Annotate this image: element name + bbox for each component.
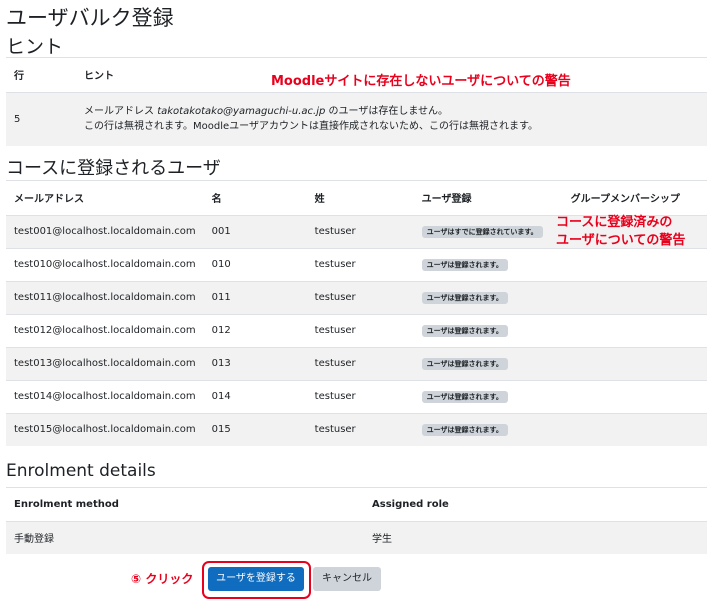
course-warning-annotation: コースに登録済みの ユーザについての警告 — [556, 214, 685, 250]
user-email: test013@localhost.localdomain.com — [6, 346, 204, 380]
hints-heading: ヒント — [6, 36, 64, 58]
column-header-lastname: 姓 — [306, 181, 414, 216]
column-header-method: Enrolment method — [6, 488, 364, 522]
user-lastname: testuser — [306, 346, 414, 380]
user-lastname: testuser — [306, 280, 414, 314]
user-lastname: testuser — [306, 214, 414, 248]
hint-email: takotakotako@yamaguchi-u.ac.jp — [157, 106, 326, 118]
user-lastname: testuser — [306, 313, 414, 347]
user-firstname: 001 — [203, 214, 307, 248]
hint-message-prefix: メールアドレス — [84, 106, 158, 118]
user-firstname: 012 — [203, 313, 307, 347]
user-email: test015@localhost.localdomain.com — [6, 412, 204, 446]
user-group — [562, 379, 707, 413]
hint-message: メールアドレス takotakotako@yamaguchi-u.ac.jp の… — [76, 91, 707, 146]
user-group — [562, 412, 707, 446]
user-group — [562, 313, 707, 347]
cancel-button[interactable]: キャンセル — [313, 567, 381, 591]
hints-table: 行 ヒント 5 メールアドレス takotakotako@yamaguchi-u… — [6, 58, 707, 146]
table-row: test014@localhost.localdomain.com 014 te… — [6, 379, 707, 413]
enrolment-heading: Enrolment details — [6, 461, 156, 481]
user-group — [562, 280, 707, 314]
user-email: test011@localhost.localdomain.com — [6, 280, 204, 314]
column-header-line: 行 — [6, 58, 76, 93]
table-row: test010@localhost.localdomain.com 010 te… — [6, 247, 707, 281]
status-badge: ユーザは登録されます。 — [421, 291, 508, 304]
table-row: test013@localhost.localdomain.com 013 te… — [6, 346, 707, 380]
user-lastname: testuser — [306, 379, 414, 413]
hint-message-suffix: のユーザは存在しません。 — [325, 106, 449, 118]
page-title: ユーザバルク登録 — [6, 6, 174, 30]
user-firstname: 011 — [203, 280, 307, 314]
course-warning-line2: ユーザについての警告 — [556, 233, 686, 248]
enrolment-table: Enrolment method Assigned role 手動登録 学生 — [6, 488, 707, 554]
table-row: 手動登録 学生 — [6, 520, 707, 554]
user-firstname: 014 — [203, 379, 307, 413]
table-row: test015@localhost.localdomain.com 015 te… — [6, 412, 707, 446]
user-email: test001@localhost.localdomain.com — [6, 214, 204, 248]
user-lastname: testuser — [306, 412, 414, 446]
status-badge: ユーザは登録されます。 — [421, 357, 508, 370]
hint-message-line2: この行は無視されます。Moodleユーザアカウントは直接作成されないため、この行… — [84, 121, 538, 133]
table-row: test012@localhost.localdomain.com 012 te… — [6, 313, 707, 347]
status-badge: ユーザは登録されます。 — [421, 258, 508, 271]
user-group — [562, 346, 707, 380]
user-lastname: testuser — [306, 247, 414, 281]
course-warning-line1: コースに登録済みの — [556, 215, 673, 230]
status-badge: ユーザは登録されます。 — [421, 423, 508, 436]
user-email: test010@localhost.localdomain.com — [6, 247, 204, 281]
user-firstname: 013 — [203, 346, 307, 380]
table-row: 5 メールアドレス takotakotako@yamaguchi-u.ac.jp… — [6, 91, 707, 146]
user-firstname: 010 — [203, 247, 307, 281]
assigned-role: 学生 — [364, 520, 707, 554]
user-group — [562, 247, 707, 281]
user-email: test012@localhost.localdomain.com — [6, 313, 204, 347]
users-heading: コースに登録されるユーザ — [6, 158, 221, 179]
column-header-group: グループメンバーシップ — [562, 181, 707, 216]
column-header-email: メールアドレス — [6, 181, 204, 216]
status-badge: ユーザは登録されます。 — [421, 390, 508, 403]
site-warning-annotation: Moodleサイトに存在しないユーザについての警告 — [271, 74, 571, 89]
table-row: test011@localhost.localdomain.com 011 te… — [6, 280, 707, 314]
enrolment-method: 手動登録 — [6, 520, 364, 554]
status-badge: ユーザはすでに登録されています。 — [421, 225, 543, 238]
column-header-enrolment: ユーザ登録 — [413, 181, 563, 216]
column-header-firstname: 名 — [203, 181, 307, 216]
status-badge: ユーザは登録されます。 — [421, 324, 508, 337]
user-firstname: 015 — [203, 412, 307, 446]
register-users-button[interactable]: ユーザを登録する — [208, 567, 304, 591]
column-header-role: Assigned role — [364, 488, 707, 522]
step-annotation: ⑤ クリック — [131, 572, 194, 586]
user-email: test014@localhost.localdomain.com — [6, 379, 204, 413]
hint-line-number: 5 — [6, 91, 76, 146]
